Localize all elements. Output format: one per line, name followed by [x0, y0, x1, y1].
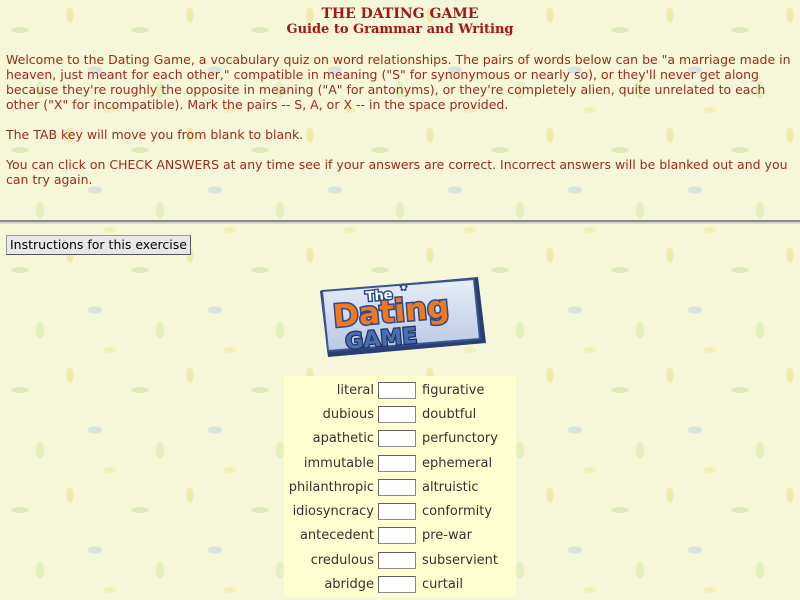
- answer-input[interactable]: [378, 381, 416, 399]
- dating-game-logo-graphic: The ✿ Dating GAME: [320, 277, 486, 357]
- right-word: doubtful: [422, 406, 477, 422]
- left-word: apathetic: [312, 431, 374, 447]
- logo-word-game: GAME: [344, 324, 418, 355]
- right-word: conformity: [422, 504, 493, 520]
- intro-text: Welcome to the Dating Game, a vocabulary…: [6, 52, 796, 202]
- left-word: antecedent: [299, 528, 374, 544]
- answer-input[interactable]: [378, 478, 416, 496]
- right-word: figurative: [422, 382, 485, 398]
- left-word: immutable: [303, 455, 374, 471]
- answer-input[interactable]: [378, 551, 416, 569]
- right-word: curtail: [422, 577, 464, 593]
- intro-paragraph-1: Welcome to the Dating Game, a vocabulary…: [6, 52, 791, 112]
- answer-input[interactable]: [378, 405, 416, 423]
- quiz-row: antecedent pre-war: [284, 524, 516, 548]
- right-word: ephemeral: [422, 455, 493, 471]
- intro-paragraph-3: You can click on CHECK ANSWERS at any ti…: [6, 157, 788, 187]
- quiz-row: immutable ephemeral: [284, 451, 516, 475]
- answer-input[interactable]: [378, 430, 416, 448]
- left-word: dubious: [322, 406, 374, 422]
- page-subtitle: Guide to Grammar and Writing: [286, 22, 514, 37]
- quiz-row: abridge curtail: [284, 572, 516, 596]
- left-word: credulous: [310, 552, 374, 568]
- dating-game-logo: The ✿ Dating GAME: [318, 275, 488, 363]
- right-word: altruistic: [422, 479, 479, 495]
- quiz-row: literal figurative: [284, 378, 516, 402]
- quiz-row: idiosyncracy conformity: [284, 499, 516, 523]
- right-word: subservient: [422, 552, 499, 568]
- quiz-row: dubious doubtful: [284, 402, 516, 426]
- right-word: pre-war: [422, 528, 472, 544]
- instructions-button[interactable]: Instructions for this exercise: [6, 235, 191, 255]
- answer-input[interactable]: [378, 454, 416, 472]
- page-title: THE DATING GAME: [321, 6, 479, 22]
- page-header: THE DATING GAME Guide to Grammar and Wri…: [0, 6, 800, 38]
- left-word: idiosyncracy: [292, 504, 374, 520]
- left-word: philanthropic: [288, 479, 374, 495]
- answer-input[interactable]: [378, 527, 416, 545]
- quiz-table: literal figurative dubious doubtful apatheti…: [284, 376, 516, 597]
- answer-input[interactable]: [378, 576, 416, 594]
- quiz-row: philanthropic altruistic: [284, 475, 516, 499]
- quiz-row: apathetic perfunctory: [284, 427, 516, 451]
- left-word: literal: [336, 382, 374, 398]
- right-word: perfunctory: [422, 431, 498, 447]
- horizontal-rule: [0, 220, 800, 224]
- intro-paragraph-2: The TAB key will move you from blank to …: [6, 127, 304, 142]
- left-word: abridge: [324, 577, 374, 593]
- quiz-row: credulous subservient: [284, 548, 516, 572]
- answer-input[interactable]: [378, 503, 416, 521]
